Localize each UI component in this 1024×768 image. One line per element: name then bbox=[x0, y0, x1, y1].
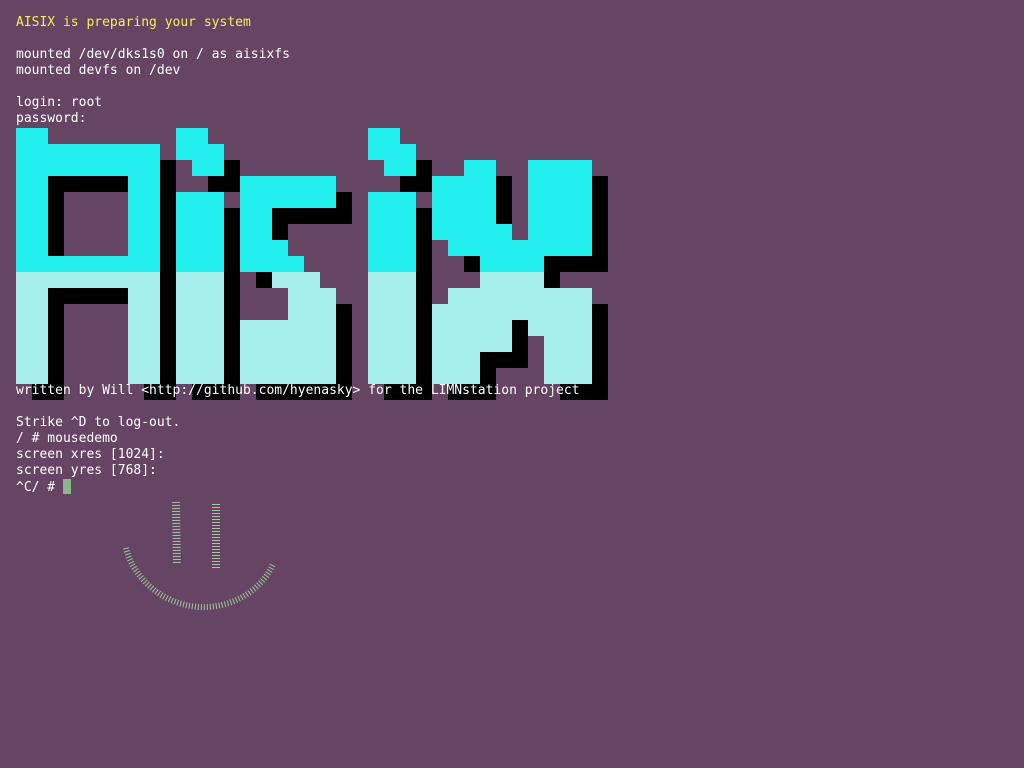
terminal-screen[interactable]: AISIX is preparing your system mounted /… bbox=[0, 0, 1024, 768]
smiley-mouth bbox=[123, 547, 276, 611]
smiley-drawing-icon bbox=[123, 501, 276, 611]
smiley-left-eye bbox=[172, 501, 181, 566]
